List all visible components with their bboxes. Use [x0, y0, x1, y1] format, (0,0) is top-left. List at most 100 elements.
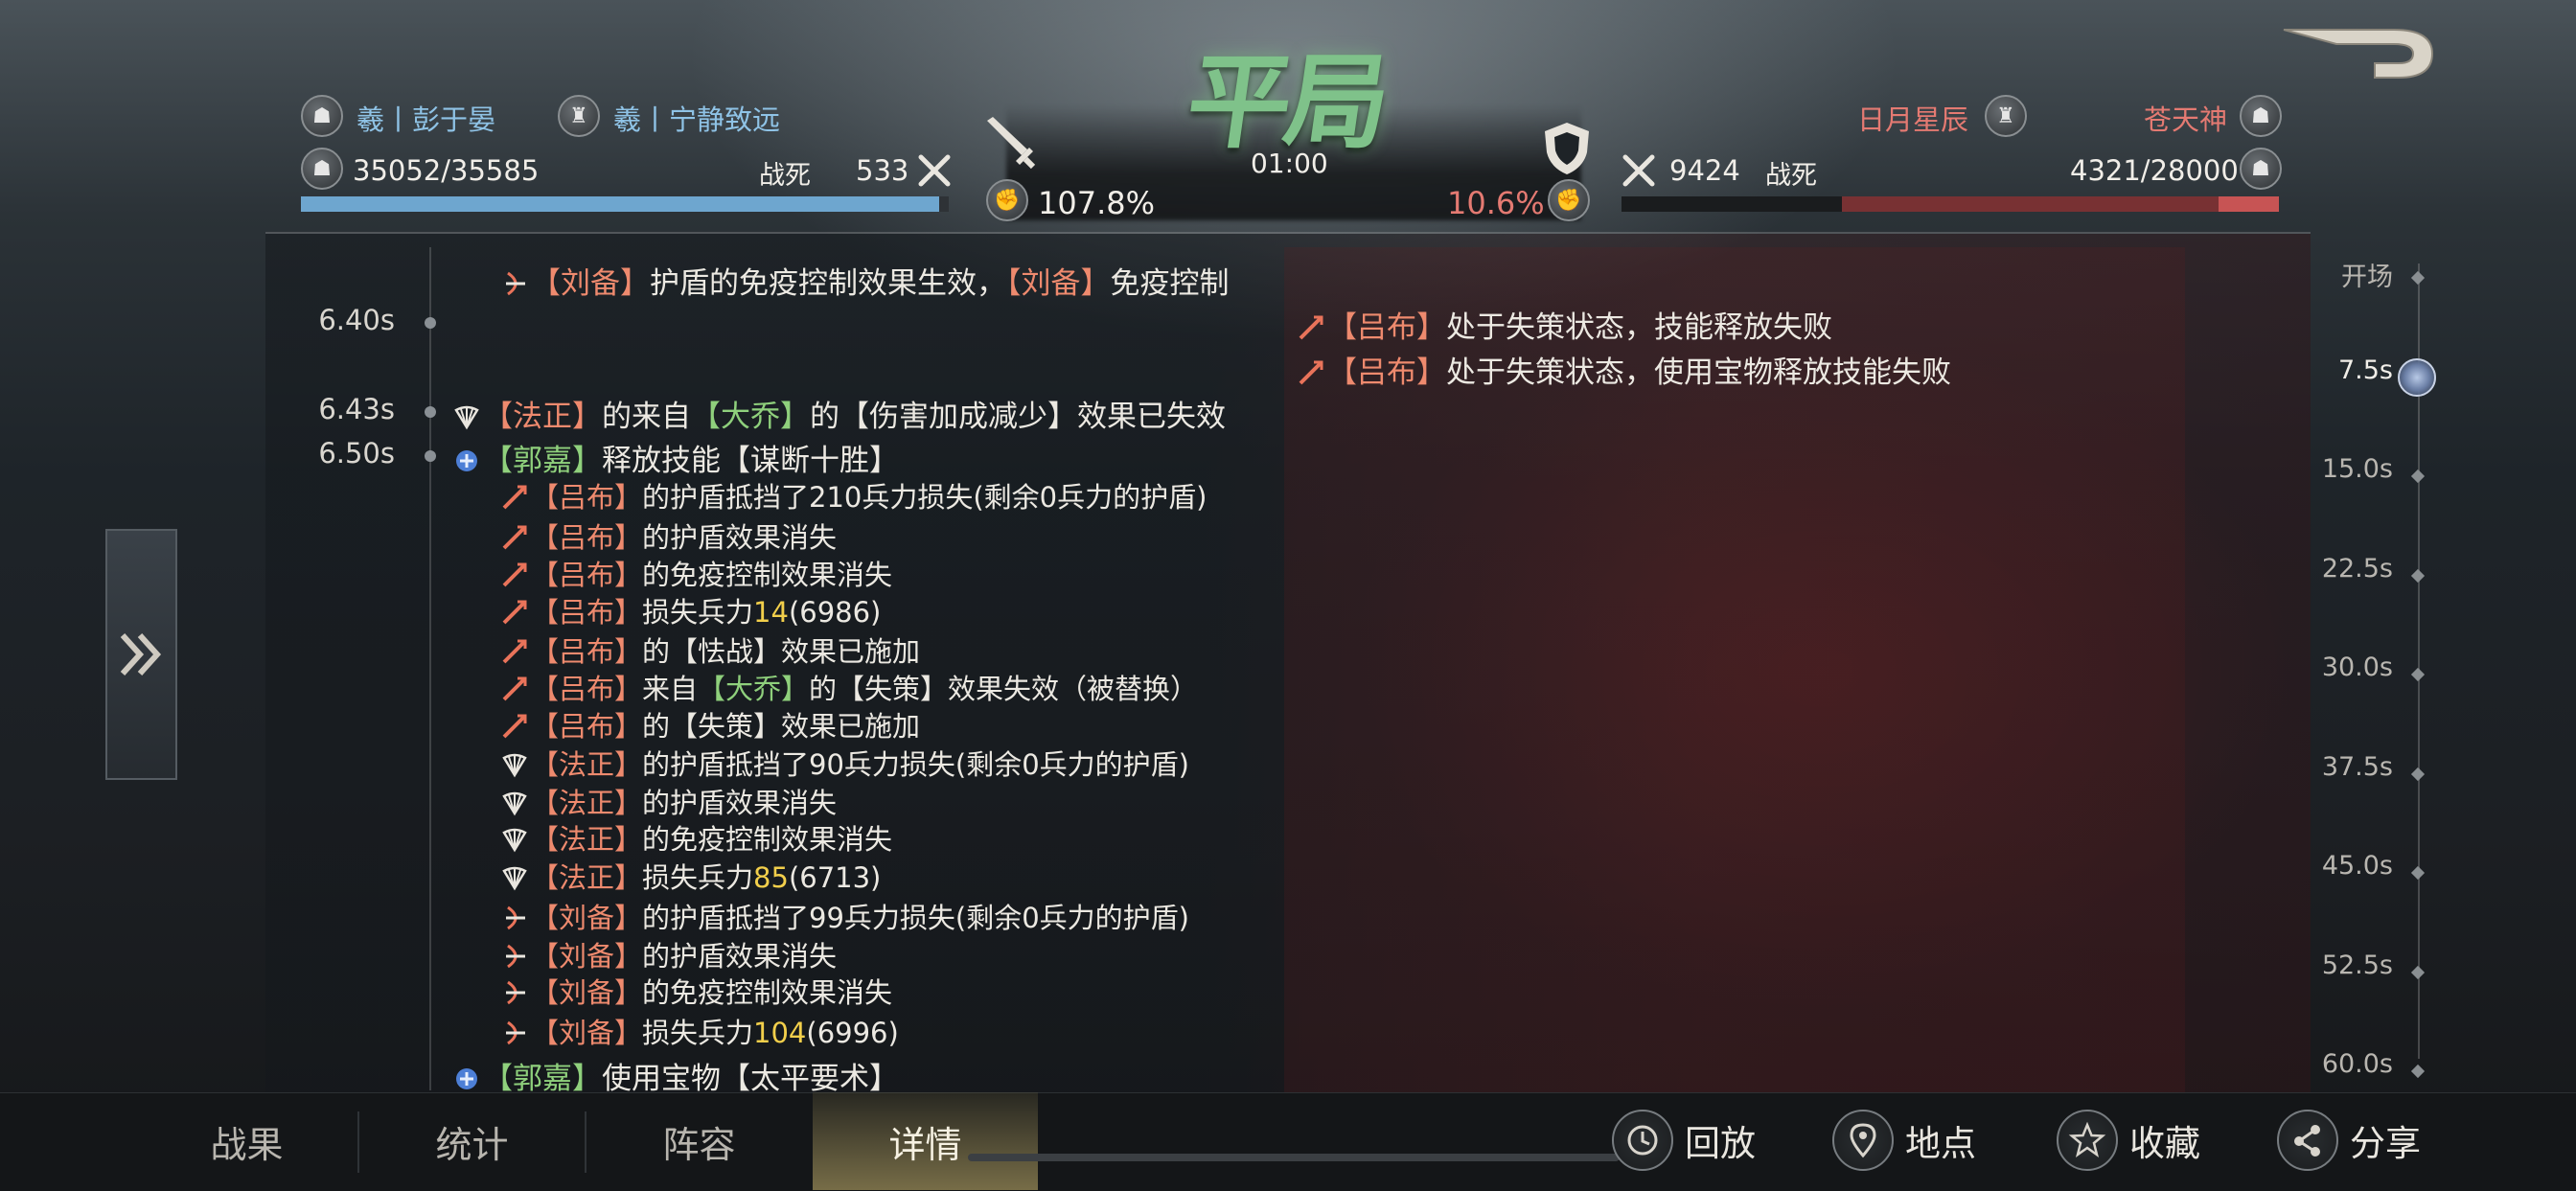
general-name: 【刘备】: [531, 940, 643, 973]
back-arrow-icon[interactable]: [2279, 25, 2442, 82]
favorite-button[interactable]: 收藏: [2057, 1102, 2200, 1179]
log-entry: 【郭嘉】释放技能【谋断十胜】: [452, 436, 899, 479]
timeline-scale-label[interactable]: 45.0s: [2292, 851, 2393, 881]
tab-scrollbar[interactable]: [968, 1154, 1620, 1161]
tab-statistics[interactable]: 统计: [359, 1092, 585, 1190]
expand-panel-button[interactable]: [105, 529, 177, 780]
left-killed-label: 战死: [759, 161, 811, 191]
strategist-general-icon: [456, 450, 477, 471]
tab-results[interactable]: 战果: [134, 1092, 359, 1190]
general-name: 【大乔】: [698, 673, 810, 705]
location-button[interactable]: 地点: [1832, 1102, 1976, 1179]
archer-general-icon: [506, 944, 525, 969]
spear-general-icon: [1299, 360, 1323, 385]
general-name: 【法正】: [531, 861, 643, 894]
general-name: 【吕布】: [531, 559, 643, 591]
timeline-scale-label[interactable]: 7.5s: [2292, 355, 2393, 385]
damage-value: 14: [753, 596, 789, 629]
timeline-scale-label[interactable]: 52.5s: [2292, 951, 2393, 980]
crossed-swords-icon: [1622, 154, 1655, 187]
share-icon: [2277, 1110, 2338, 1171]
right-killed-value: 9424: [1669, 154, 1740, 187]
log-entry: 【法正】的护盾抵挡了90兵力损失(剩余0兵力的护盾): [500, 743, 1189, 783]
share-button[interactable]: 分享: [2277, 1102, 2421, 1179]
location-pin-icon: [1832, 1110, 1894, 1171]
general-name: 【吕布】: [1327, 355, 1446, 390]
timeline-scale-label[interactable]: 22.5s: [2292, 554, 2393, 584]
replay-button[interactable]: 回放: [1612, 1102, 1756, 1179]
left-player1-name: 羲丨彭于晏: [356, 103, 496, 136]
archer-general-icon: [506, 905, 525, 930]
archer-general-icon: [506, 980, 525, 1005]
troop-icon: ☗: [301, 148, 343, 190]
timeline-scale-label[interactable]: 37.5s: [2292, 752, 2393, 782]
right-buff-percent: 10.6%: [1447, 185, 1545, 221]
castle-icon: ♜: [1985, 95, 2027, 137]
panel-divider: [265, 232, 2311, 234]
general-name: 【法正】: [483, 400, 602, 434]
log-timestamp: 6.43s: [318, 393, 395, 425]
general-name: 【法正】: [531, 787, 643, 819]
double-chevron-right-icon: [120, 632, 161, 676]
crossed-swords-icon: [918, 154, 951, 187]
tab-details[interactable]: 详情: [813, 1092, 1038, 1190]
fan-general-icon: [502, 791, 527, 816]
log-text: 的免疫控制效果消失: [642, 559, 893, 591]
damage-value: 104: [753, 1017, 807, 1049]
fan-general-icon: [502, 828, 527, 853]
spear-general-icon: [1299, 315, 1323, 340]
log-timestamp: 6.50s: [318, 437, 395, 470]
log-time-dot: [425, 317, 436, 329]
location-label: 地点: [1905, 1123, 1976, 1164]
general-name: 【吕布】: [531, 481, 643, 514]
timeline-scale-label[interactable]: 开场: [2292, 256, 2393, 293]
log-entry: 【吕布】的免疫控制效果消失: [500, 553, 892, 593]
archer-general-icon: [506, 1020, 525, 1045]
log-entry: 【吕布】处于失策状态，技能释放失败: [1297, 303, 1832, 346]
log-timestamp: 6.40s: [318, 304, 395, 336]
timeline-scale-label[interactable]: 60.0s: [2292, 1049, 2393, 1079]
right-bar-lost: [1842, 196, 2279, 212]
replay-label: 回放: [1685, 1123, 1756, 1164]
log-entry: 【吕布】的护盾抵挡了210兵力损失(剩余0兵力的护盾): [500, 475, 1207, 515]
general-name: 【刘备】: [1006, 266, 1111, 301]
spear-general-icon: [502, 562, 527, 587]
tab-label: 阵容: [662, 1123, 736, 1166]
log-text: 的护盾抵挡了210兵力损失(剩余0兵力的护盾): [642, 481, 1208, 514]
log-entry: 【吕布】处于失策状态，使用宝物释放技能失败: [1297, 348, 1951, 391]
left-buff-percent: 107.8%: [1038, 185, 1156, 221]
tab-lineup[interactable]: 阵容: [586, 1092, 812, 1190]
log-entry: 【法正】的免疫控制效果消失: [500, 817, 892, 858]
timeline-current-marker[interactable]: [2398, 357, 2436, 397]
fist-icon: ✊: [986, 179, 1028, 221]
general-name: 【吕布】: [1327, 310, 1446, 345]
log-entry: 【吕布】损失兵力14(6986): [500, 590, 881, 630]
right-troop-bar-fill: [2218, 196, 2279, 212]
castle-icon: ♜: [558, 95, 600, 137]
general-name: 【刘备】: [531, 266, 650, 301]
left-troop-bar-track: [301, 196, 949, 212]
left-troop-bar-fill: [301, 196, 939, 212]
general-name: 【吕布】: [531, 596, 643, 629]
spear-general-icon: [502, 525, 527, 550]
log-entry: 【刘备】的护盾抵挡了99兵力损失(剩余0兵力的护盾): [500, 896, 1189, 936]
right-player2-name: 苍天神: [2144, 103, 2228, 136]
tab-label: 详情: [888, 1123, 962, 1166]
log-entry: 【法正】损失兵力85(6713): [500, 856, 881, 896]
tab-label: 统计: [435, 1123, 509, 1166]
right-player1-name: 日月星辰: [1857, 103, 1969, 136]
spear-general-icon: [502, 676, 527, 701]
log-text: 的【怯战】效果已施加: [642, 635, 921, 668]
log-text: (6713): [788, 861, 882, 894]
archer-general-icon: [506, 271, 525, 296]
timeline-scale-label[interactable]: 15.0s: [2292, 454, 2393, 484]
log-text: 损失兵力: [642, 861, 754, 894]
fan-general-icon: [502, 866, 527, 891]
timeline-scale-label[interactable]: 30.0s: [2292, 653, 2393, 682]
log-text: 的护盾抵挡了90兵力损失(剩余0兵力的护盾): [642, 748, 1189, 781]
left-troops: 35052/35585: [353, 154, 540, 187]
log-text: (6986): [788, 596, 882, 629]
general-name: 【法正】: [531, 748, 643, 781]
log-text: 处于失策状态，技能释放失败: [1446, 310, 1832, 345]
log-timeline-line: [429, 247, 431, 1090]
